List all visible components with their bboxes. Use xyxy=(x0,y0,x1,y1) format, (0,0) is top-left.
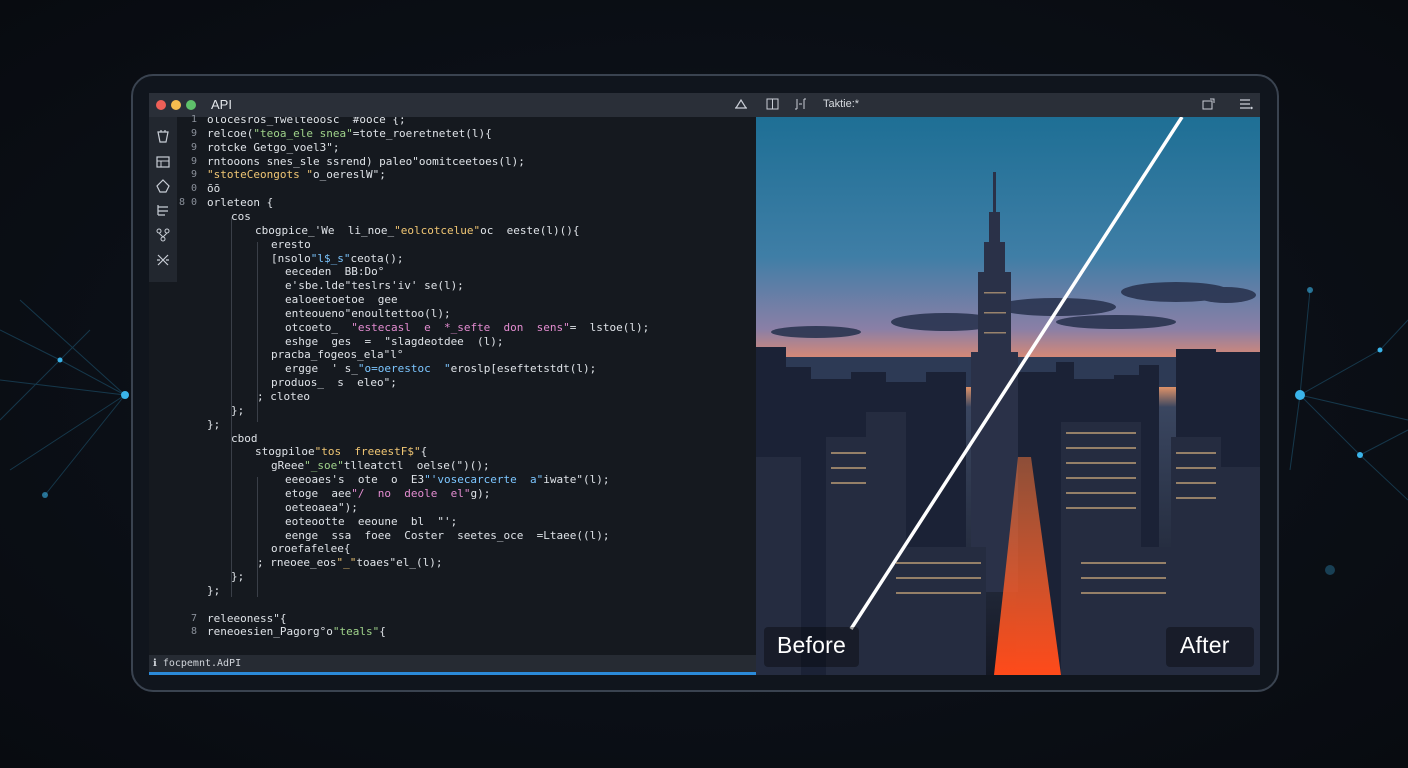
status-text: ℹ focpemnt.AdPI xyxy=(153,658,242,669)
code-line: eenge ssa foee Coster seetes_oce =Ltaee(… xyxy=(285,528,610,542)
code-line: olocesros_fwelteoosc #ooce {; xyxy=(207,117,406,126)
code-line: cbogpice_'We li_noe_"eolcotcelue"oc eest… xyxy=(255,223,580,237)
shape-icon[interactable] xyxy=(155,178,171,194)
code-line: }; xyxy=(207,417,221,431)
minimize-window-button[interactable] xyxy=(171,100,181,110)
line-number: 9 xyxy=(190,127,197,139)
code-line: }; xyxy=(231,403,245,417)
code-line: stogpiloe"tos freeestF$"{ xyxy=(255,445,428,459)
status-accent-line xyxy=(149,672,756,675)
code-line: enteoueno"enoultettoo(l); xyxy=(285,306,451,320)
code-line: relcoe("teoa_ele snea"=tote_roeretnetet(… xyxy=(207,126,492,140)
code-line: ; cloteo xyxy=(257,390,310,403)
code-line: cos xyxy=(231,209,251,223)
code-line: ōō xyxy=(207,182,221,196)
code-line: }; xyxy=(231,570,245,584)
cup-icon[interactable] xyxy=(155,129,171,145)
line-number: 9 xyxy=(190,169,197,181)
line-number: 0 xyxy=(190,183,197,195)
code-line: produos_ s eleo"; xyxy=(271,376,397,390)
city-skyline-photo xyxy=(756,117,1260,675)
before-after-comparison[interactable] xyxy=(756,117,1260,675)
code-line: oroefafelee{ xyxy=(271,542,351,556)
code-line: "stoteCeongots "o_oereslW"; xyxy=(207,168,386,182)
close-window-button[interactable] xyxy=(156,100,166,110)
app-window: API 1 9 9 9 9 0 8 0 7 8 olocesros_fwelteoosc #oo… xyxy=(149,93,1260,675)
code-line: ; rneoee_eos"_"toaes"el_(l); xyxy=(257,556,443,570)
indent-guide xyxy=(257,477,258,597)
code-area[interactable]: olocesros_fwelteoosc #ooce {; relcoe("teo… xyxy=(199,117,749,653)
code-line: etoge aee"/ no deole el"g); xyxy=(285,486,491,500)
code-line: e'sbe.lde"teslrs'iv' se(l); xyxy=(285,279,464,293)
code-line: reneoesien_Pagorg°o"teals"{ xyxy=(207,625,386,639)
code-line: eeeoaes's ote o E3"'vosecarcerte a"iwate… xyxy=(285,473,610,487)
activity-bar xyxy=(149,117,177,282)
code-line: eresto xyxy=(271,237,311,251)
after-label: After xyxy=(1180,632,1230,658)
maximize-window-button[interactable] xyxy=(186,100,196,110)
code-line: oeteoaea"); xyxy=(285,500,358,514)
title-bar: API xyxy=(149,93,756,117)
line-number: 7 xyxy=(190,612,197,624)
code-line: ealoeetoetoe gee xyxy=(285,293,398,307)
before-label: Before xyxy=(777,632,846,658)
list-icon[interactable] xyxy=(155,202,171,218)
window-title: API xyxy=(211,97,232,112)
panel-icon[interactable] xyxy=(155,154,171,170)
split-view-icon[interactable] xyxy=(766,98,779,113)
status-bar: ℹ focpemnt.AdPI xyxy=(149,655,756,673)
code-line: orleteon { xyxy=(207,196,274,210)
line-number: 9 xyxy=(190,141,197,153)
code-line: gReee"_soe"tlleatctl oelse(")(); xyxy=(271,459,490,473)
branch-icon[interactable] xyxy=(155,227,171,243)
preview-toolbar: Taktie:* xyxy=(756,93,1260,117)
compare-icon[interactable] xyxy=(794,98,807,113)
code-line: eeceden BB:Do° xyxy=(285,265,385,279)
line-number: 8 xyxy=(190,626,197,638)
line-number-gutter: 1 9 9 9 9 0 8 0 7 8 xyxy=(177,114,199,657)
line-number: 9 xyxy=(190,155,197,167)
code-line: ergge ' s_"o=oerestoc "eroslp[eseftetstd… xyxy=(285,362,597,376)
code-line: eshge ges = "slagdeotdee (l); xyxy=(285,334,504,348)
code-line: [nsolo"l$_s"ceota(); xyxy=(271,251,404,265)
image-preview-pane: Taktie:* Before After xyxy=(756,93,1260,675)
new-window-icon[interactable] xyxy=(1202,98,1215,113)
preview-toolbar-label: Taktie:* xyxy=(823,98,860,110)
tools-icon[interactable] xyxy=(155,252,171,268)
code-line: otcoeto_ "estecasl e *_sefte don sens"= … xyxy=(285,320,650,334)
cloud-icon[interactable] xyxy=(734,98,748,113)
code-editor-pane: API 1 9 9 9 9 0 8 0 7 8 olocesros_fwelteoosc #oo… xyxy=(149,93,756,675)
line-number: 8 0 xyxy=(178,197,197,209)
code-line: rotcke Getgo_voel3"; xyxy=(207,140,340,154)
code-line: rntooons snes_sle ssrend) paleo"oomitcee… xyxy=(207,154,525,168)
code-line: cbod xyxy=(231,431,258,445)
line-number: 1 xyxy=(190,114,197,125)
menu-icon[interactable] xyxy=(1239,98,1253,113)
code-line: }; xyxy=(207,583,221,597)
code-line: releeoness"{ xyxy=(207,611,287,625)
code-line: eoteootte eeoune bl "'; xyxy=(285,514,458,528)
code-line: pracba_fogeos_ela"l° xyxy=(271,348,404,362)
